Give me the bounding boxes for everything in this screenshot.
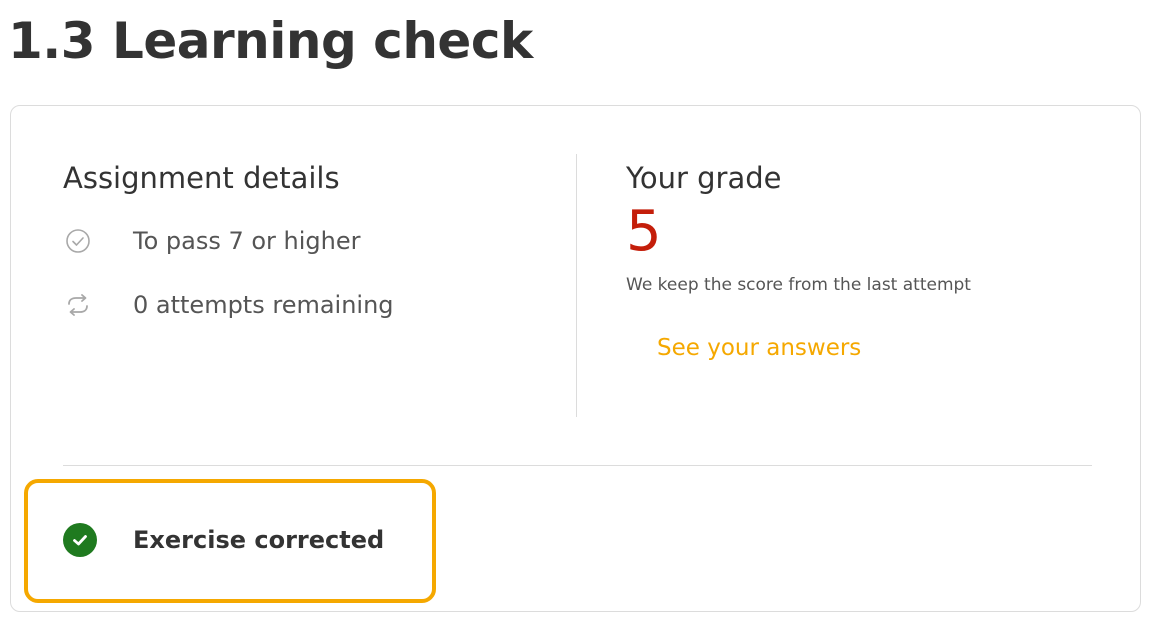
grade-heading: Your grade xyxy=(626,161,782,195)
attempts-row: 0 attempts remaining xyxy=(63,287,563,323)
see-answers-link[interactable]: See your answers xyxy=(657,335,861,361)
check-circle-outline-icon xyxy=(63,226,93,256)
section-divider xyxy=(63,465,1092,466)
exercise-status-text: Exercise corrected xyxy=(133,526,385,554)
pass-requirement-text: To pass 7 or higher xyxy=(133,227,361,255)
page-title: 1.3 Learning check xyxy=(8,12,533,70)
assignment-details: Assignment details To pass 7 or higher 0 xyxy=(63,161,563,323)
assignment-details-heading: Assignment details xyxy=(63,161,340,195)
assignment-card: Assignment details To pass 7 or higher 0 xyxy=(10,105,1141,612)
grade-panel: Your grade 5 We keep the score from the … xyxy=(626,161,1126,361)
check-circle-filled-icon xyxy=(63,523,97,557)
repeat-icon xyxy=(63,290,93,320)
grade-value: 5 xyxy=(626,199,662,264)
exercise-status: Exercise corrected xyxy=(63,523,384,557)
pass-requirement-row: To pass 7 or higher xyxy=(63,223,563,259)
grade-note: We keep the score from the last attempt xyxy=(626,275,971,295)
column-divider xyxy=(576,154,577,417)
attempts-remaining-text: 0 attempts remaining xyxy=(133,291,394,319)
